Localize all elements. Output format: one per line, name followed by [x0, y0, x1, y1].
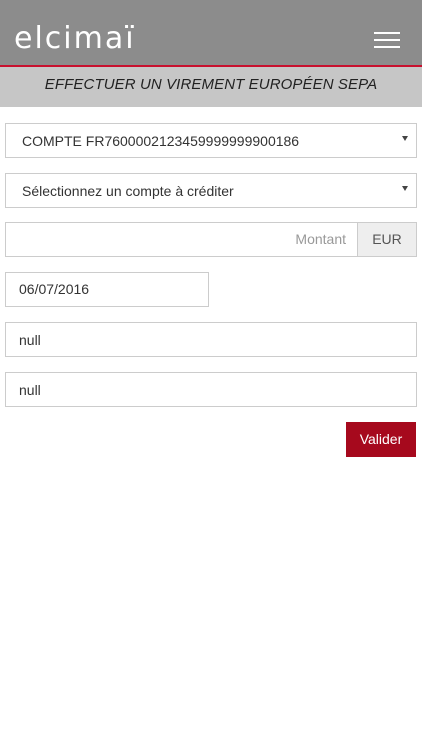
caret-down-icon: [402, 186, 408, 191]
debit-account-select[interactable]: COMPTE FR7600002123459999999900186: [5, 123, 417, 158]
menu-bar: [374, 39, 400, 41]
currency-addon: EUR: [357, 223, 416, 256]
hamburger-menu-icon[interactable]: [374, 28, 400, 50]
caret-down-icon: [402, 136, 408, 141]
amount-group: Montant EUR: [5, 222, 417, 257]
debit-account-value: COMPTE FR7600002123459999999900186: [22, 133, 300, 149]
text-field-2-value: null: [19, 382, 41, 398]
svg-text:elcimaï: elcimaï: [14, 22, 136, 54]
submit-button[interactable]: Valider: [346, 422, 416, 457]
menu-bar: [374, 46, 400, 48]
app-header: elcimaï: [0, 0, 422, 67]
page-title: EFFECTUER UN VIREMENT EUROPÉEN SEPA: [0, 67, 422, 107]
elcimai-logo: elcimaï: [14, 22, 136, 54]
text-field-1-value: null: [19, 332, 41, 348]
credit-account-value: Sélectionnez un compte à créditer: [22, 183, 234, 199]
text-field-1[interactable]: null: [5, 322, 417, 357]
credit-account-select[interactable]: Sélectionnez un compte à créditer: [5, 173, 417, 208]
text-field-2[interactable]: null: [5, 372, 417, 407]
date-input[interactable]: 06/07/2016: [5, 272, 209, 307]
amount-input[interactable]: Montant: [6, 223, 358, 256]
menu-bar: [374, 32, 400, 34]
